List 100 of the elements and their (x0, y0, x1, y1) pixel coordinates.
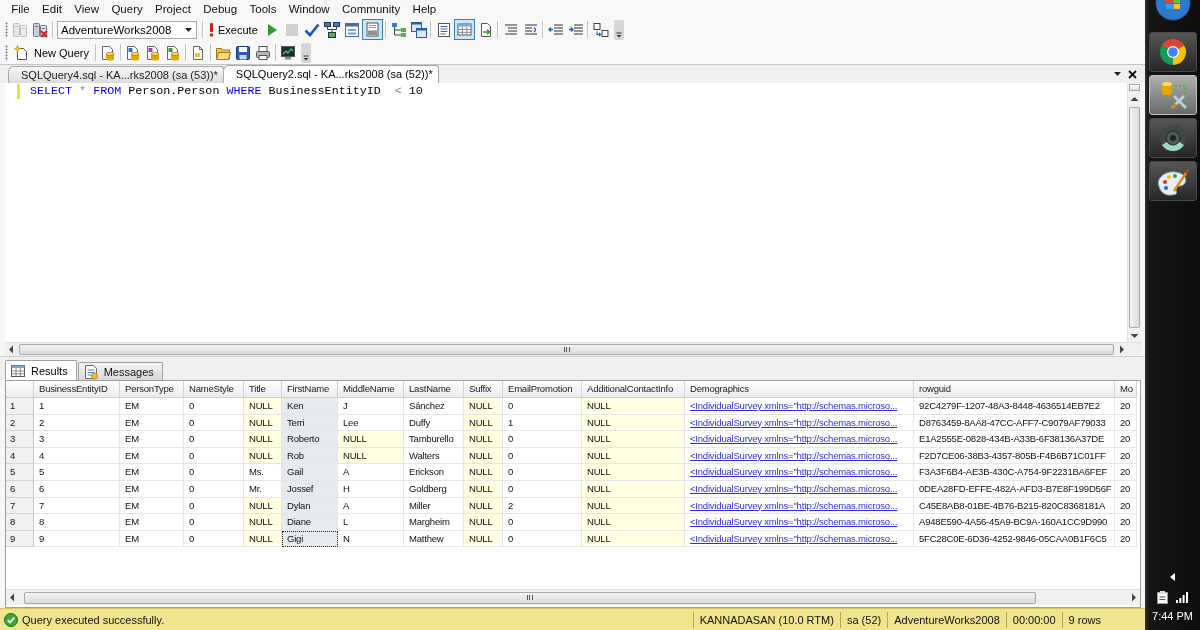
outdent-icon[interactable] (547, 21, 564, 38)
menu-item[interactable]: Query (105, 0, 149, 18)
table-cell: L (338, 514, 404, 531)
lines-arrow-icon[interactable] (522, 21, 539, 38)
close-icon[interactable] (1128, 69, 1137, 79)
column-header[interactable]: Mo (1115, 381, 1137, 398)
database-document-icon[interactable] (145, 44, 162, 61)
menu-item[interactable]: File (5, 0, 36, 18)
table-icon[interactable] (454, 19, 476, 40)
checkmark-icon[interactable] (303, 21, 320, 38)
menu-item[interactable]: Tools (243, 0, 283, 18)
menu-item[interactable]: Debug (197, 0, 244, 18)
column-header[interactable]: NameStyle (184, 381, 244, 398)
save-icon[interactable] (235, 44, 252, 61)
scroll-thumb[interactable] (1129, 107, 1140, 328)
column-header[interactable]: Demographics (685, 381, 914, 398)
windows-stack-icon[interactable] (410, 21, 427, 38)
signal-icon[interactable] (1176, 592, 1188, 603)
row-header[interactable]: 8 (6, 514, 34, 531)
overflow-icon[interactable] (613, 19, 624, 40)
column-header[interactable]: AdditionalContactInfo (582, 381, 685, 398)
cylinder-tools-icon[interactable] (1148, 75, 1197, 115)
table-cell: E1A2555E-0828-434B-A33B-6F38136A37DE (914, 431, 1115, 448)
row-header[interactable]: 5 (6, 464, 34, 481)
server-cross-icon[interactable] (32, 21, 48, 38)
column-header[interactable]: EmailPromotion (503, 381, 582, 398)
xml-link[interactable]: <IndividualSurvey xmlns="http://schemas.microso... (685, 464, 914, 481)
caret-left-icon[interactable] (1170, 573, 1175, 581)
orb-icon[interactable] (1154, 0, 1191, 22)
indent-icon[interactable] (567, 21, 584, 38)
row-header[interactable]: 1 (6, 398, 34, 415)
tricolor-ring-icon[interactable] (1148, 32, 1197, 72)
scroll-thumb[interactable] (24, 591, 1036, 604)
menu-item[interactable]: Community (335, 0, 407, 18)
caret-icon (185, 27, 192, 32)
menu-item[interactable]: Help (406, 0, 443, 18)
table-cell: EM (120, 414, 184, 432)
xml-link[interactable]: <IndividualSurvey xmlns="http://schemas.microso... (685, 414, 914, 432)
swap-arrow-icon[interactable] (592, 21, 609, 38)
column-header[interactable]: Suffix (464, 381, 503, 398)
table-cell: A (338, 464, 404, 481)
xml-link[interactable]: <IndividualSurvey xmlns="http://schemas.microso... (685, 497, 914, 515)
clock-time[interactable]: 7:44 PM (1152, 610, 1193, 622)
clipboard-icon[interactable] (1157, 591, 1168, 604)
split-panel-icon[interactable] (362, 19, 384, 40)
menu-item[interactable]: Edit (35, 0, 69, 18)
table-cell: EM (120, 398, 184, 415)
horizontal-scrollbar[interactable] (6, 589, 1140, 605)
row-header[interactable]: 3 (6, 431, 34, 448)
table-cell: 0 (184, 480, 244, 498)
new-query-button[interactable]: New Query (11, 42, 93, 63)
execute-button[interactable]: Execute (206, 20, 261, 39)
table-cell: J (338, 398, 404, 415)
horizontal-scrollbar[interactable] (5, 342, 1141, 356)
palette-icon[interactable] (1148, 161, 1197, 201)
monitor-chart-icon[interactable] (280, 44, 297, 61)
xml-link[interactable]: <IndividualSurvey xmlns="http://schemas.microso... (685, 514, 914, 531)
vertical-scrollbar[interactable] (1127, 83, 1141, 342)
database-dropdown[interactable]: AdventureWorks2008 (57, 20, 197, 39)
toolbar-grip[interactable] (5, 21, 8, 38)
menu-item[interactable]: Project (148, 0, 198, 18)
results-tab[interactable]: Messages (77, 362, 163, 380)
document-tab[interactable]: SQLQuery4.sql - KA...rks2008 (sa (53))* (8, 66, 224, 83)
window-form-icon[interactable] (343, 21, 360, 38)
xml-link[interactable]: <IndividualSurvey xmlns="http://schemas.microso... (685, 447, 914, 465)
menu-item[interactable]: View (68, 0, 106, 18)
database-document-icon[interactable] (100, 44, 117, 61)
lines-icon[interactable] (502, 21, 519, 38)
column-header[interactable]: Title (244, 381, 282, 398)
column-header[interactable]: rowguid (914, 381, 1115, 398)
toolbar-grip[interactable] (5, 44, 8, 61)
printer-icon[interactable] (255, 44, 272, 61)
table-cell: 5FC28C0E-6D36-4252-9846-05CAA0B1F6C5 (914, 530, 1115, 548)
table-cell: 8 (34, 514, 120, 531)
column-header[interactable]: LastName (404, 381, 464, 398)
splitter-handle[interactable] (1129, 84, 1140, 91)
table-cell: 0 (184, 464, 244, 481)
new-document-icon (14, 44, 30, 61)
results-tab[interactable]: Results (5, 360, 77, 380)
text-document-icon[interactable] (435, 21, 452, 38)
column-header[interactable]: BusinessEntityID (34, 381, 120, 398)
table-cell: N (338, 530, 404, 548)
table-cell: C45E8AB8-01BE-4B76-B215-820C8368181A (914, 497, 1115, 515)
database-document-icon[interactable] (165, 44, 182, 61)
xml-link[interactable]: <IndividualSurvey xmlns="http://schemas.microso... (685, 530, 914, 548)
hierarchy-icon[interactable] (390, 21, 407, 38)
column-header[interactable]: FirstName (282, 381, 338, 398)
scroll-thumb[interactable] (19, 344, 1114, 355)
xml-link[interactable]: <IndividualSurvey xmlns="http://schemas.microso... (685, 480, 914, 498)
column-header[interactable]: MiddleName (338, 381, 404, 398)
dropdown-arrow-icon[interactable] (1114, 72, 1121, 76)
flowchart-icon[interactable] (323, 21, 340, 38)
document-tab[interactable]: SQLQuery2.sql - KA...rks2008 (sa (52))* (222, 65, 439, 83)
menu-item[interactable]: Window (282, 0, 336, 18)
table-cell: NULL (338, 431, 404, 448)
column-header[interactable]: PersonType (120, 381, 184, 398)
overflow-icon[interactable] (301, 42, 312, 63)
xml-link[interactable]: <IndividualSurvey xmlns="http://schemas.microso... (685, 431, 914, 448)
database-document-icon[interactable] (125, 44, 142, 61)
xml-link[interactable]: <IndividualSurvey xmlns="http://schemas.microso... (685, 398, 914, 415)
